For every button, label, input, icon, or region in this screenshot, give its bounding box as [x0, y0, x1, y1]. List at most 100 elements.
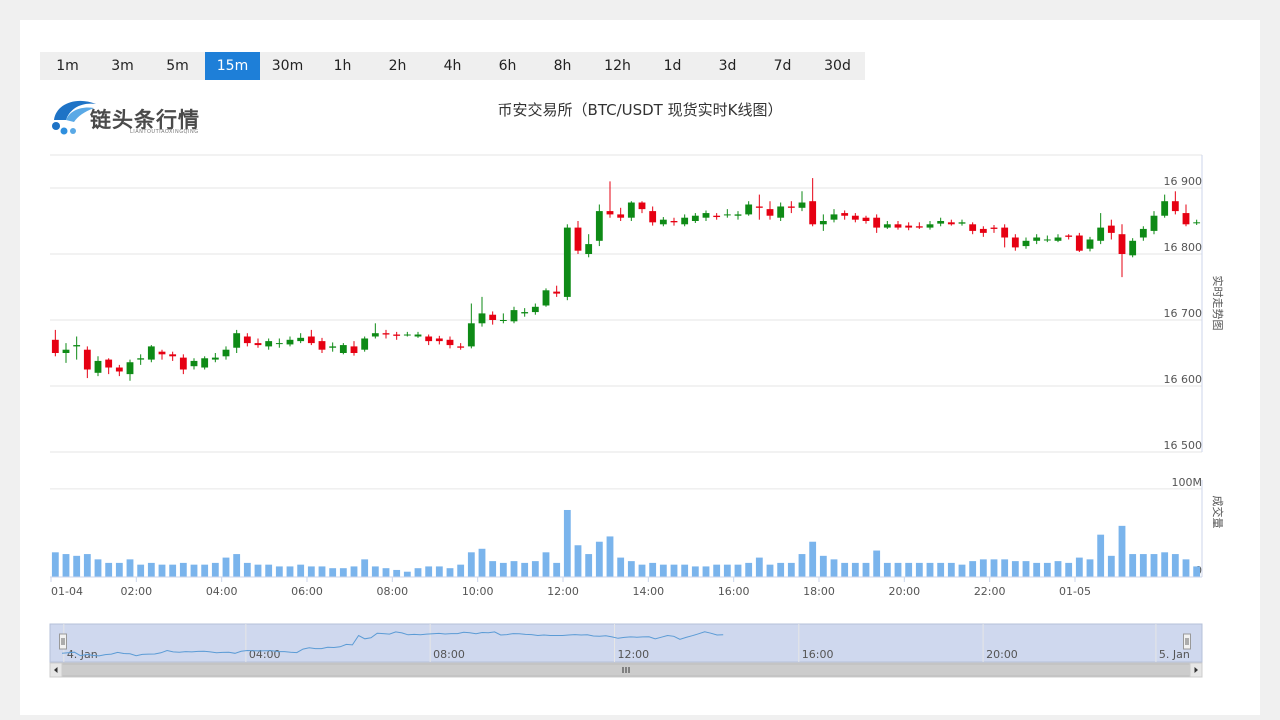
x-tick-label: 01-04	[51, 585, 83, 598]
volume-bar	[329, 568, 337, 577]
volume-bar	[382, 568, 390, 577]
candle-body	[745, 204, 753, 215]
x-tick-label: 22:00	[974, 585, 1006, 598]
volume-bar	[297, 564, 305, 577]
candle-body	[1043, 239, 1051, 241]
candle-body	[243, 336, 251, 344]
candle-body	[969, 224, 977, 231]
volume-bar	[979, 559, 987, 577]
candle-body	[937, 221, 945, 224]
candle-body	[147, 346, 155, 360]
x-tick-label: 01-05	[1059, 585, 1091, 598]
candle-body	[393, 334, 401, 336]
volume-bar	[713, 564, 721, 577]
volume-bar	[563, 509, 571, 577]
price-tick-label: 16 500	[1164, 439, 1203, 452]
volume-bar	[62, 554, 70, 577]
candle-body	[777, 206, 785, 218]
volume-bar	[681, 564, 689, 577]
candle-body	[691, 215, 699, 221]
volume-bar	[211, 562, 219, 577]
volume-bar	[233, 554, 241, 577]
volume-bar	[190, 564, 198, 577]
volume-bar	[1118, 525, 1126, 577]
volume-bar	[318, 566, 326, 577]
candle-body	[307, 336, 315, 344]
candle-body	[755, 206, 763, 208]
navigator-tick-label: 4. Jan	[67, 648, 98, 661]
price-tick-label: 16 700	[1164, 307, 1203, 320]
volume-bar	[1086, 559, 1094, 577]
x-tick-label: 18:00	[803, 585, 835, 598]
volume-bar	[179, 562, 187, 577]
volume-bar	[286, 566, 294, 577]
x-tick-label: 20:00	[888, 585, 920, 598]
volume-bar	[531, 561, 539, 577]
volume-bar	[926, 562, 934, 577]
candle-body	[595, 211, 603, 241]
volume-bar	[307, 566, 315, 577]
candle-body	[73, 345, 81, 347]
price-tick-label: 16 900	[1164, 175, 1203, 188]
candle-body	[499, 320, 507, 321]
volume-bar	[457, 564, 465, 577]
candle-body	[979, 228, 987, 233]
volume-bar	[1011, 561, 1019, 577]
candle-body	[137, 358, 145, 360]
volume-bar	[393, 569, 401, 577]
candle-body	[627, 202, 635, 218]
candle-body	[158, 351, 166, 355]
navigator-right-handle[interactable]	[1183, 633, 1191, 650]
volume-bar	[905, 562, 913, 577]
candle-body	[894, 224, 902, 228]
volume-bar	[787, 562, 795, 577]
candle-body	[51, 339, 59, 353]
candle-body	[1011, 237, 1019, 248]
volume-bar	[1033, 562, 1041, 577]
candle-body	[510, 310, 518, 322]
volume-bar	[73, 555, 81, 577]
volume-bar	[1075, 557, 1083, 577]
candle-body	[329, 346, 337, 348]
volume-bar	[937, 562, 945, 577]
volume-bar	[169, 564, 177, 577]
volume-bar	[446, 568, 454, 577]
candle-body	[787, 206, 795, 208]
candle-body	[1118, 234, 1126, 254]
x-tick-label: 16:00	[718, 585, 750, 598]
navigator-tick-label: 16:00	[802, 648, 834, 661]
navigator-left-handle[interactable]	[59, 633, 67, 650]
volume-bar	[777, 562, 785, 577]
candle-body	[169, 354, 177, 357]
candle-body	[478, 313, 486, 324]
volume-bar	[595, 541, 603, 577]
x-tick-label: 14:00	[632, 585, 664, 598]
candle-body	[286, 339, 294, 345]
candle-body	[233, 333, 241, 348]
volume-bar	[1107, 555, 1115, 577]
candle-body	[638, 202, 646, 210]
candle-body	[190, 360, 198, 367]
volume-bar	[947, 562, 955, 577]
volume-bar	[606, 536, 614, 577]
volume-bar	[201, 564, 209, 577]
volume-bar	[1129, 554, 1137, 577]
volume-bar	[361, 559, 369, 577]
candle-body	[521, 312, 529, 314]
volume-bar	[862, 562, 870, 577]
candle-body	[531, 306, 539, 313]
price-tick-label: 16 600	[1164, 373, 1203, 386]
volume-bar	[723, 564, 731, 577]
candle-body	[83, 349, 91, 370]
candle-body	[382, 333, 390, 335]
candle-body	[542, 290, 550, 306]
candle-body	[1086, 239, 1094, 249]
candle-body	[563, 227, 571, 297]
candle-body	[574, 227, 582, 251]
candle-body	[297, 337, 305, 342]
candle-body	[201, 358, 209, 368]
volume-bar	[137, 564, 145, 577]
volume-bar	[222, 557, 230, 577]
volume-bar	[894, 562, 902, 577]
volume-bar	[1001, 559, 1009, 577]
